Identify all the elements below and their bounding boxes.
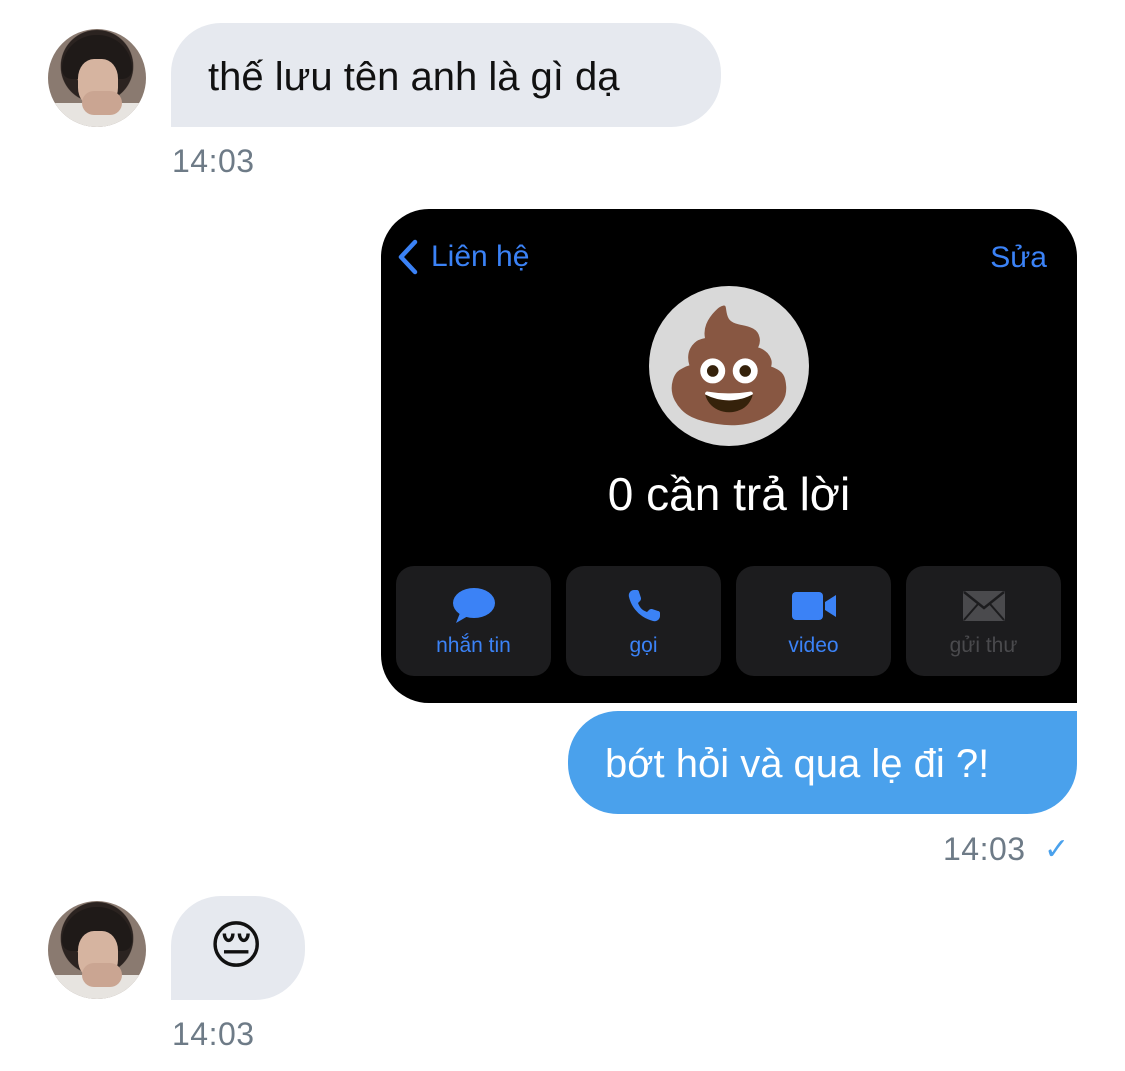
message-timestamp: 14:03	[943, 831, 1026, 867]
sent-check-icon: ✓	[1044, 833, 1070, 866]
message-timestamp: 14:03	[172, 143, 255, 179]
message-text: thế lưu tên anh là gì dạ	[208, 55, 620, 99]
mail-action-button[interactable]: gửi thư	[906, 566, 1061, 676]
mail-envelope-icon	[962, 591, 1005, 621]
call-action-button[interactable]: gọi	[566, 566, 721, 676]
poop-emoji-icon: 💩	[660, 304, 798, 427]
sender-avatar[interactable]	[48, 901, 146, 999]
action-label: gọi	[629, 634, 658, 657]
phone-icon	[628, 590, 660, 622]
pensive-face-emoji-icon: 😔	[209, 917, 264, 975]
contact-name: 0 cần trả lời	[607, 468, 851, 520]
incoming-message-bubble[interactable]: thế lưu tên anh là gì dạ	[171, 23, 721, 127]
edit-button[interactable]: Sửa	[990, 241, 1047, 275]
contact-card[interactable]: Liên hệ Sửa 💩 0 cần trả lời nhắn tin gọi	[381, 209, 1077, 703]
video-action-button[interactable]: video	[736, 566, 891, 676]
back-label: Liên hệ	[431, 240, 530, 273]
outgoing-message-bubble[interactable]: bớt hỏi và qua lẹ đi ?!	[568, 711, 1077, 814]
sender-avatar[interactable]	[48, 29, 146, 127]
video-camera-icon	[791, 592, 836, 620]
message-bubble-icon	[452, 588, 495, 623]
message-action-button[interactable]: nhắn tin	[396, 566, 551, 676]
contact-photo: 💩	[649, 286, 809, 446]
chevron-left-icon	[398, 239, 418, 275]
action-label: video	[788, 634, 839, 657]
back-button[interactable]: Liên hệ	[397, 239, 529, 275]
message-timestamp: 14:03	[172, 1016, 255, 1052]
action-label: nhắn tin	[436, 634, 511, 657]
action-label: gửi thư	[949, 634, 1018, 657]
message-text: bớt hỏi và qua lẹ đi ?!	[605, 742, 990, 786]
incoming-message-bubble[interactable]: 😔	[171, 896, 305, 1000]
